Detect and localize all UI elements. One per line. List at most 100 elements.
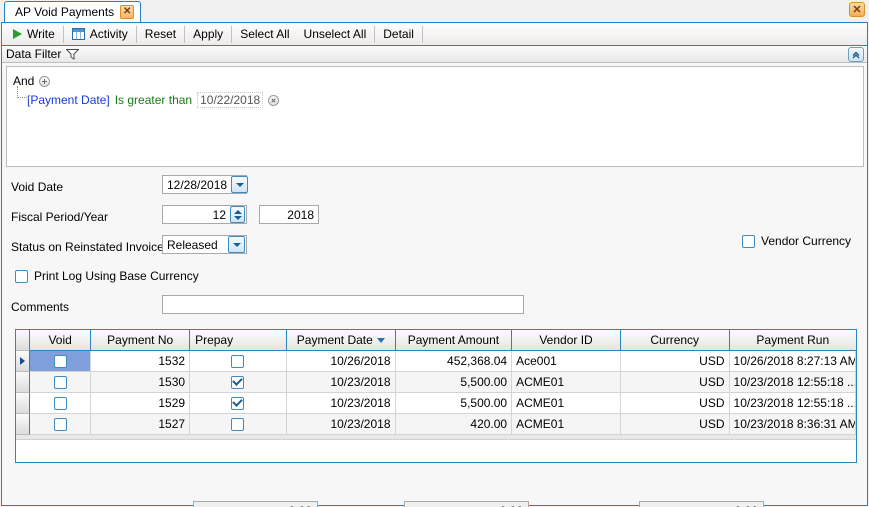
sort-descending-icon (376, 337, 385, 343)
print-log-label: Print Log Using Base Currency (34, 269, 199, 283)
void-date-field[interactable]: 12/28/2018 (162, 175, 249, 194)
toolbar-separator (231, 25, 233, 43)
prepay-checkbox[interactable] (231, 396, 245, 410)
filter-condition-field[interactable]: [Payment Date] (27, 93, 110, 107)
column-label: Payment Date (296, 333, 373, 347)
cell-vendor-id: ACME01 (512, 372, 621, 393)
comments-field[interactable] (162, 295, 524, 314)
remove-condition-icon[interactable] (268, 94, 280, 106)
grid-header-row: Void Payment No Prepay Payment Date Paym… (16, 330, 856, 351)
fiscal-year-field[interactable]: 2018 (259, 205, 319, 224)
table-row[interactable]: 1529 10/23/2018 5,500.00 ACME01 USD 10/2… (16, 393, 856, 414)
column-header-payment-date[interactable]: Payment Date (286, 330, 396, 351)
void-checkbox[interactable] (53, 375, 67, 389)
toolbar-button-select-all[interactable]: Select All (233, 24, 296, 45)
row-indicator[interactable] (16, 414, 30, 435)
table-row[interactable]: 1532 10/26/2018 452,368.04 Ace001 USD 10… (16, 351, 856, 372)
cell-prepay[interactable] (190, 414, 287, 435)
filter-condition-value[interactable]: 10/22/2018 (197, 92, 264, 108)
toolbar-button-apply[interactable]: Apply (186, 24, 230, 45)
tab-close-icon[interactable]: ✕ (120, 5, 135, 19)
toolbar: Write Activity Reset Apply Select All Un… (2, 23, 867, 46)
void-checkbox[interactable] (53, 396, 67, 410)
cell-prepay[interactable] (190, 351, 287, 372)
print-log-checkbox[interactable] (15, 269, 28, 283)
toolbar-label-reset: Reset (144, 27, 177, 41)
fiscal-period-value: 12 (212, 207, 226, 222)
cell-payment-date: 10/23/2018 (286, 393, 396, 414)
cell-payment-run: 10/23/2018 12:55:18 ... (729, 393, 856, 414)
filter-condition-row: [Payment Date] Is greater than 10/22/201… (13, 86, 863, 108)
column-header-payment-amount[interactable]: Payment Amount (395, 330, 513, 351)
column-label: Void (48, 333, 72, 347)
add-condition-icon[interactable] (39, 75, 51, 87)
status-reinstated-dropdown[interactable]: Released (162, 235, 247, 254)
chevron-up-icon (852, 51, 860, 58)
data-filter-title: Data Filter (6, 47, 62, 61)
tab-ap-void-payments[interactable]: AP Void Payments ✕ (4, 1, 142, 22)
data-filter-collapse-button[interactable] (848, 47, 864, 62)
cell-payment-no: 1532 (91, 351, 191, 372)
toolbar-label-apply: Apply (193, 27, 224, 41)
toolbar-button-reset[interactable]: Reset (138, 24, 183, 45)
cell-payment-no: 1527 (91, 414, 191, 435)
chevron-down-icon[interactable] (231, 176, 249, 193)
toolbar-label-write: Write (27, 27, 55, 41)
toolbar-button-unselect-all[interactable]: Unselect All (297, 24, 374, 45)
window-close-icon[interactable]: ✕ (849, 2, 865, 17)
toolbar-button-activity[interactable]: Activity (65, 24, 135, 45)
tab-strip: AP Void Payments ✕ ✕ (0, 0, 869, 22)
column-header-payment-no[interactable]: Payment No (91, 330, 191, 351)
cell-currency: USD (620, 393, 730, 414)
data-filter-header: Data Filter (2, 46, 867, 63)
filter-condition-operator[interactable]: Is greater than (115, 93, 192, 107)
toolbar-separator (184, 25, 186, 43)
row-indicator[interactable] (16, 351, 30, 372)
column-label: Payment Run (756, 333, 830, 347)
cell-currency: USD (620, 414, 730, 435)
cell-vendor-id: Ace001 (512, 351, 621, 372)
disc-amt-field: 0.00 (404, 501, 529, 507)
cell-void[interactable] (30, 414, 92, 435)
toolbar-label-detail: Detail (383, 27, 414, 41)
cell-payment-no: 1529 (91, 393, 191, 414)
prepay-checkbox[interactable] (231, 354, 245, 368)
cell-void[interactable] (30, 393, 92, 414)
column-header-void[interactable]: Void (30, 330, 92, 351)
cell-prepay[interactable] (190, 372, 287, 393)
column-header-prepay[interactable]: Prepay (190, 330, 287, 351)
table-row[interactable]: 1527 10/23/2018 420.00 ACME01 USD 10/23/… (16, 414, 856, 435)
column-header-currency[interactable]: Currency (620, 330, 730, 351)
print-log-row[interactable]: Print Log Using Base Currency (15, 269, 199, 283)
void-checkbox[interactable] (53, 417, 67, 431)
data-filter-body: And [Payment Date] Is greater than 10/22… (6, 66, 864, 167)
play-icon (13, 29, 22, 39)
prepay-checkbox[interactable] (231, 417, 245, 431)
cell-void[interactable] (30, 372, 92, 393)
toolbar-button-detail[interactable]: Detail (376, 24, 421, 45)
prepay-checkbox[interactable] (231, 375, 245, 389)
cell-void[interactable] (30, 351, 92, 372)
vendor-currency-row[interactable]: Vendor Currency (742, 234, 851, 248)
cell-payment-date: 10/26/2018 (286, 351, 396, 372)
fiscal-period-field[interactable]: 12 (162, 205, 247, 224)
column-header-vendor-id[interactable]: Vendor ID (512, 330, 621, 351)
spinner-icon[interactable] (230, 206, 245, 223)
column-label: Payment Amount (407, 333, 500, 347)
column-header-payment-run[interactable]: Payment Run (729, 330, 856, 351)
chevron-down-icon[interactable] (228, 236, 245, 253)
grid-corner-cell (16, 330, 30, 351)
void-checkbox[interactable] (53, 354, 67, 368)
gross-amt-value: 0.00 (289, 504, 312, 507)
toolbar-button-write[interactable]: Write (6, 24, 62, 45)
table-row[interactable]: 1530 10/23/2018 5,500.00 ACME01 USD 10/2… (16, 372, 856, 393)
row-indicator[interactable] (16, 393, 30, 414)
vendor-currency-checkbox[interactable] (742, 234, 755, 248)
cell-payment-run: 10/23/2018 8:36:31 AM (729, 414, 856, 435)
grid-icon (71, 28, 85, 40)
payments-grid[interactable]: Void Payment No Prepay Payment Date Paym… (15, 329, 857, 463)
row-indicator[interactable] (16, 372, 30, 393)
toolbar-separator (62, 25, 64, 43)
cell-prepay[interactable] (190, 393, 287, 414)
toolbar-separator (135, 25, 137, 43)
